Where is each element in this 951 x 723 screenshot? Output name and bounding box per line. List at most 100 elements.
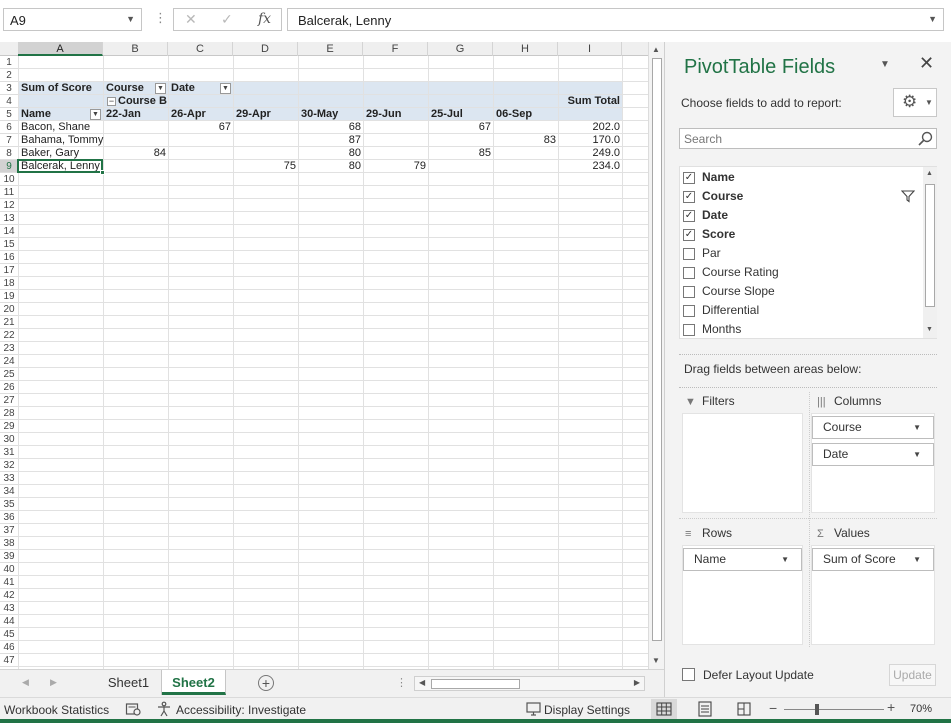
row-header-12[interactable]: 12 [0,199,18,212]
prev-sheet-icon[interactable]: ◀ [22,677,29,688]
pivot-value-cell[interactable] [168,134,233,147]
pivot-value-cell[interactable]: 83 [493,134,558,147]
row-header-31[interactable]: 31 [0,446,18,459]
column-header-a[interactable]: A [18,42,103,56]
row-header-45[interactable]: 45 [0,628,18,641]
column-header-b[interactable]: B [103,42,168,56]
pivot-date-header[interactable]: 22-Jan [106,108,168,121]
zoom-slider-thumb[interactable] [815,704,820,715]
field-item-name[interactable]: ✓ Name [683,168,919,187]
pivot-value-cell[interactable]: 67 [168,121,233,134]
scroll-left-icon[interactable]: ◀ [419,678,425,687]
chevron-down-icon[interactable]: ▼ [913,417,921,438]
workbook-statistics[interactable]: Workbook Statistics [4,703,109,717]
date-filter-dropdown-icon[interactable]: ▼ [220,83,231,94]
field-checkbox[interactable] [683,248,695,260]
row-header-19[interactable]: 19 [0,290,18,303]
chevron-down-icon[interactable]: ▼ [913,549,921,570]
pivot-value-cell[interactable] [233,134,298,147]
row-header-39[interactable]: 39 [0,550,18,563]
rows-field-name[interactable]: Name ▼ [683,548,802,571]
zoom-out-icon[interactable]: − [769,700,777,716]
row-header-29[interactable]: 29 [0,420,18,433]
column-header-g[interactable]: G [428,42,493,56]
accessibility-icon[interactable] [156,701,172,717]
pivot-value-cell[interactable]: 67 [428,121,493,134]
pivot-value-cell[interactable] [103,134,168,147]
row-header-20[interactable]: 20 [0,303,18,316]
row-header-24[interactable]: 24 [0,355,18,368]
column-header-f[interactable]: F [363,42,428,56]
sheet-tab-sheet1[interactable]: Sheet1 [96,670,162,695]
name-box[interactable]: A9 ▼ [3,8,142,31]
chevron-down-icon[interactable]: ▼ [126,14,135,24]
field-item-months[interactable]: Months [683,320,919,339]
row-header-27[interactable]: 27 [0,394,18,407]
field-item-course[interactable]: ✓ Course [683,187,919,206]
pivot-row-total[interactable]: 234.0 [558,160,622,173]
field-checkbox[interactable]: ✓ [683,210,695,222]
pivot-value-cell[interactable] [168,147,233,160]
row-header-38[interactable]: 38 [0,537,18,550]
pivot-date-header[interactable]: 26-Apr [171,108,233,121]
row-header-42[interactable]: 42 [0,589,18,602]
pivot-row-name[interactable]: Bahama, Tommy [21,134,103,147]
row-header-15[interactable]: 15 [0,238,18,251]
pivot-row-total[interactable]: 170.0 [558,134,622,147]
column-header-i[interactable]: I [558,42,622,56]
field-item-score[interactable]: ✓ Score [683,225,919,244]
pivot-value-cell[interactable] [493,147,558,160]
row-header-32[interactable]: 32 [0,459,18,472]
macro-recording-icon[interactable] [125,701,141,717]
field-checkbox[interactable]: ✓ [683,229,695,241]
row-header-8[interactable]: 8 [0,147,18,160]
row-header-44[interactable]: 44 [0,615,18,628]
add-sheet-icon[interactable]: + [258,675,274,691]
cancel-icon[interactable]: ✕ [185,11,197,28]
pivot-sum-total-label[interactable]: Sum Total [558,95,622,108]
columns-field-course[interactable]: Course ▼ [812,416,934,439]
vertical-scroll-thumb[interactable] [652,58,662,641]
row-header-34[interactable]: 34 [0,485,18,498]
pivot-value-cell[interactable] [363,147,428,160]
row-header-10[interactable]: 10 [0,173,18,186]
pivot-value-cell[interactable]: 87 [298,134,363,147]
columns-field-date[interactable]: Date ▼ [812,443,934,466]
row-header-36[interactable]: 36 [0,511,18,524]
name-filter-dropdown-icon[interactable]: ▼ [90,109,101,120]
pivot-value-cell[interactable]: 68 [298,121,363,134]
row-header-25[interactable]: 25 [0,368,18,381]
pivot-row-total[interactable]: 202.0 [558,121,622,134]
sheet-tab-sheet2[interactable]: Sheet2 [162,670,226,695]
column-header-e[interactable]: E [298,42,363,56]
pivot-value-cell[interactable]: 80 [298,160,363,173]
defer-layout-checkbox[interactable] [682,668,695,681]
pivot-date-header[interactable]: 29-Jun [366,108,428,121]
column-header-h[interactable]: H [493,42,558,56]
pivot-row-name[interactable]: Bacon, Shane [21,121,103,134]
field-list-scroll-thumb[interactable] [925,184,935,307]
field-settings-button[interactable]: ⚙ ▼ [893,88,937,117]
field-checkbox[interactable]: ✓ [683,191,695,203]
row-header-28[interactable]: 28 [0,407,18,420]
tabs-splitter-icon[interactable]: ⋮ [396,676,407,689]
fill-handle[interactable] [100,170,105,175]
row-header-1[interactable]: 1 [0,56,18,69]
horizontal-scrollbar[interactable]: ◀ ▶ [414,676,645,691]
filters-drop-area[interactable] [682,413,803,513]
pivot-value-cell[interactable] [233,121,298,134]
row-header-26[interactable]: 26 [0,381,18,394]
pivot-value-cell[interactable] [363,121,428,134]
scroll-down-icon[interactable]: ▼ [926,326,933,333]
page-layout-view-button[interactable] [692,699,718,720]
column-header-d[interactable]: D [233,42,298,56]
rows-drop-area[interactable]: Name ▼ [682,545,803,645]
zoom-level[interactable]: 70% [910,703,932,715]
row-header-47[interactable]: 47 [0,654,18,667]
pivot-value-cell[interactable] [493,160,558,173]
scroll-right-icon[interactable]: ▶ [634,678,640,687]
row-header-46[interactable]: 46 [0,641,18,654]
row-header-23[interactable]: 23 [0,342,18,355]
display-settings[interactable]: Display Settings [544,703,630,717]
row-header-5[interactable]: 5 [0,108,18,121]
